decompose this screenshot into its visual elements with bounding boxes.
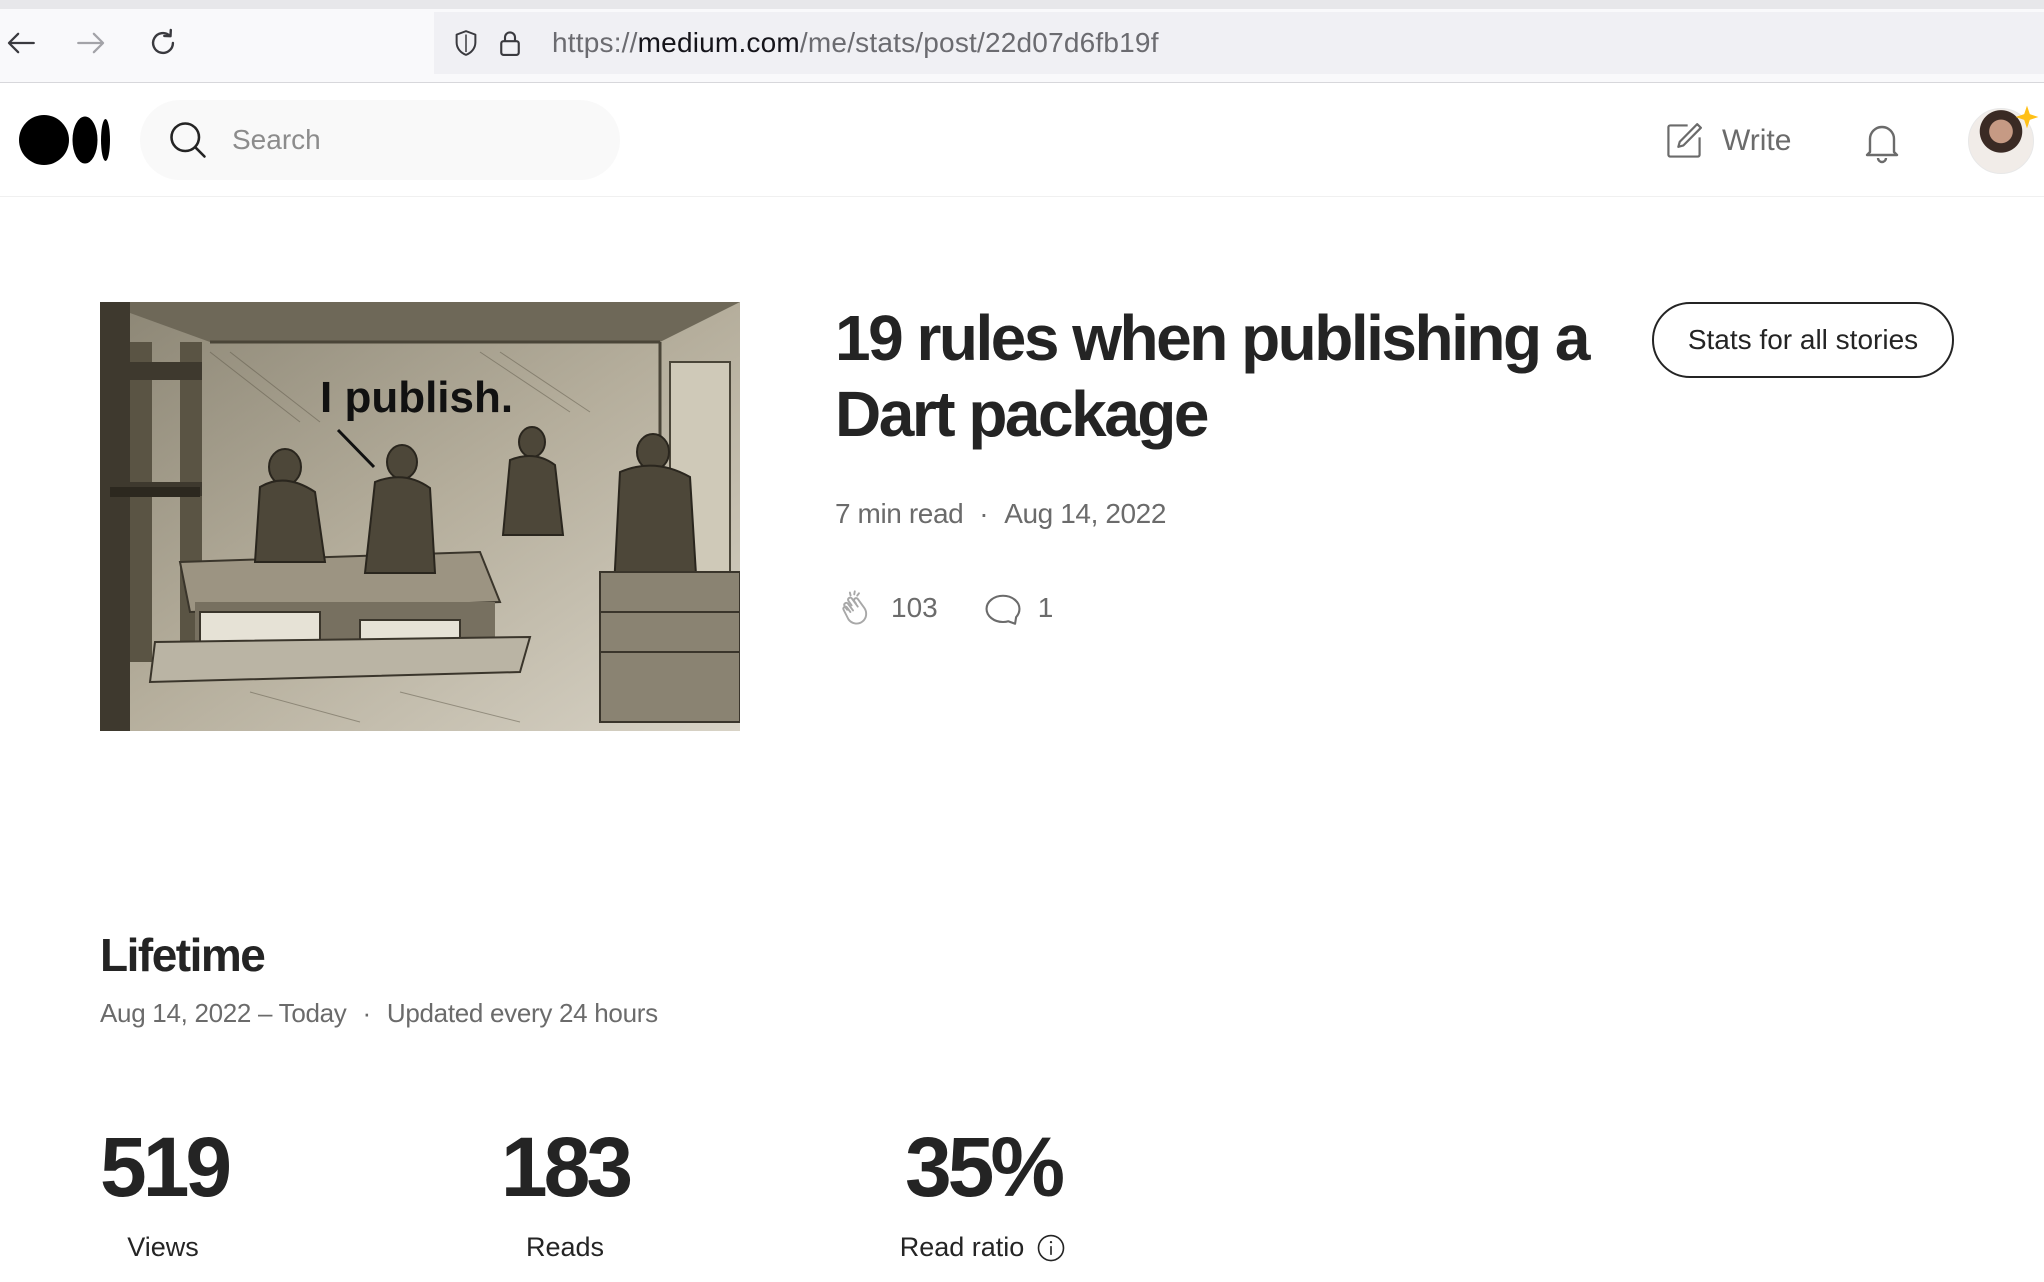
forward-icon (77, 32, 105, 54)
claps-value: 103 (891, 592, 938, 623)
lock-icon (500, 31, 520, 56)
tracking-protection-button[interactable] (448, 25, 484, 61)
search-box[interactable] (140, 100, 620, 180)
responses-count[interactable]: 1 (982, 587, 1054, 629)
write-button[interactable]: Write (1662, 113, 1791, 169)
stat-reads: 183 Reads (496, 1122, 634, 1263)
forward-button[interactable] (70, 22, 112, 64)
site-info-button[interactable] (492, 25, 528, 61)
publish-date: Aug 14, 2022 (1004, 498, 1167, 529)
reload-button[interactable] (142, 22, 184, 64)
search-icon (170, 122, 206, 158)
reads-label: Reads (496, 1232, 634, 1263)
address-bar[interactable]: https://medium.com/me/stats/post/22d07d6… (434, 12, 2044, 74)
views-label-text: Views (127, 1232, 199, 1262)
back-button[interactable] (0, 22, 42, 64)
url-text[interactable]: https://medium.com/me/stats/post/22d07d6… (552, 27, 1159, 59)
read-ratio-label: Read ratio (898, 1232, 1068, 1263)
read-ratio-label-text: Read ratio (899, 1232, 1025, 1262)
views-label: Views (100, 1232, 226, 1263)
url-scheme: https:// (552, 27, 638, 58)
separator-dot: · (362, 998, 372, 1028)
views-value: 519 (100, 1120, 232, 1214)
reads-label-text: Reads (525, 1232, 605, 1262)
url-path: /me/stats/post/22d07d6fb19f (799, 27, 1159, 58)
update-note: Updated every 24 hours (386, 998, 658, 1028)
lifetime-heading: Lifetime (100, 929, 266, 981)
medium-logo[interactable] (19, 114, 111, 166)
story-meta: 7 min read · Aug 14, 2022 (835, 498, 1166, 530)
date-range: Aug 14, 2022 – Today (100, 998, 347, 1028)
back-icon (7, 32, 35, 54)
image-speech-text: I publish. (320, 373, 513, 422)
search-input[interactable] (232, 124, 612, 156)
write-icon (1667, 123, 1702, 158)
notifications-button[interactable] (1858, 117, 1906, 165)
story-reactions: 103 1 (835, 586, 1053, 630)
reload-icon (151, 28, 175, 55)
url-host: medium.com (637, 27, 800, 58)
comment-icon (985, 594, 1021, 625)
clap-icon (842, 590, 868, 625)
claps-count[interactable]: 103 (835, 587, 938, 629)
lifetime-subtitle: Aug 14, 2022 – Today · Updated every 24 … (100, 998, 658, 1029)
read-time: 7 min read (835, 498, 964, 529)
tab-strip-edge (0, 0, 2044, 9)
info-icon[interactable] (1036, 1233, 1066, 1263)
separator-dot: · (979, 498, 989, 529)
shield-icon (455, 30, 477, 56)
read-ratio-value: 35% (904, 1120, 1065, 1214)
site-header: Write (0, 84, 2044, 197)
story-title: 19 rules when publishing a Dart package (835, 302, 1590, 450)
reads-value: 183 (500, 1120, 633, 1214)
bell-icon (1865, 125, 1899, 164)
member-star-icon (2015, 105, 2039, 129)
story-cover-image: I publish. (100, 302, 740, 731)
responses-value: 1 (1037, 592, 1054, 623)
stat-views: 519 Views (100, 1120, 232, 1263)
write-label: Write (1722, 124, 1792, 157)
browser-toolbar: https://medium.com/me/stats/post/22d07d6… (0, 0, 2044, 83)
stats-for-all-stories-button[interactable]: Stats for all stories (1652, 302, 1954, 378)
stat-read-ratio: 35% Read ratio (898, 1122, 1068, 1263)
